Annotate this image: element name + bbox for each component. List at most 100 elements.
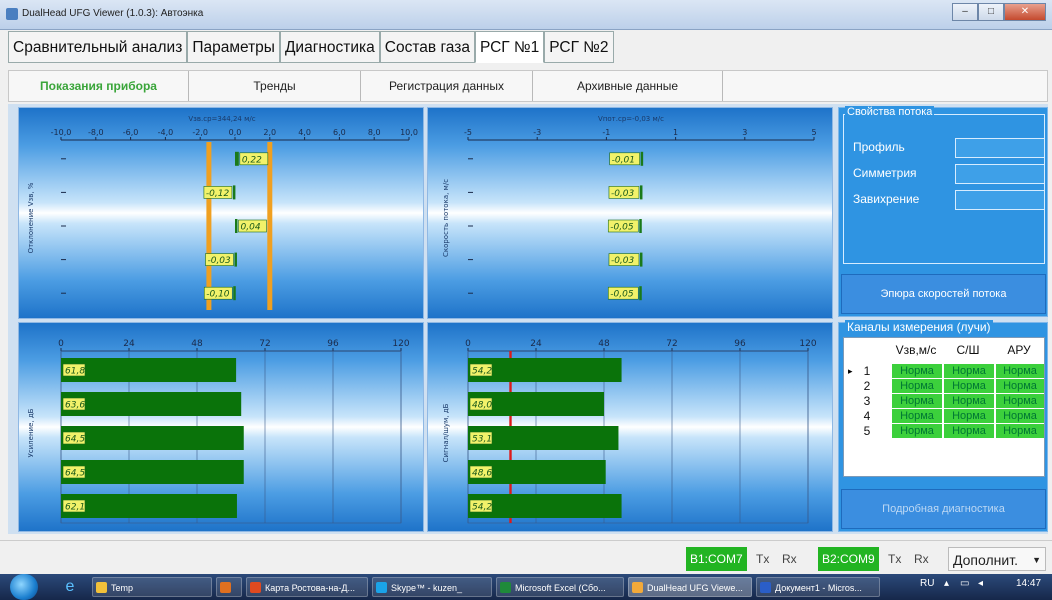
tab-gas-composition[interactable]: Состав газа bbox=[379, 31, 475, 63]
cell-vzv: Норма bbox=[892, 394, 942, 408]
status-bar: B1:COM7 Tx Rx B2:COM9 Tx Rx Дополнит. ▼ bbox=[0, 540, 1052, 574]
tx1-indicator: Tx bbox=[756, 552, 770, 566]
table-row[interactable]: 4 Норма Норма Норма bbox=[844, 409, 1044, 423]
data-label: -0,03 bbox=[611, 256, 635, 266]
cell-vzv: Норма bbox=[892, 379, 942, 393]
table-row[interactable]: 3 Норма Норма Норма bbox=[844, 394, 1044, 408]
x-tick-label: 24 bbox=[530, 339, 542, 349]
data-label: 64,5 bbox=[65, 435, 85, 445]
chart-flow-velocity: Vпот.ср=-0,03 м/с Скорость потока, м/с -… bbox=[427, 107, 833, 319]
x-tick-label: 120 bbox=[799, 339, 816, 349]
main-tabs: Сравнительный анализ Параметры Диагности… bbox=[8, 31, 614, 63]
table-row[interactable]: 5 Норма Норма Норма bbox=[844, 424, 1044, 438]
bar bbox=[639, 286, 642, 301]
skype-icon bbox=[376, 582, 387, 593]
tab-rsg-2[interactable]: РСГ №2 bbox=[544, 31, 614, 63]
com2-status[interactable]: B2:COM9 bbox=[818, 547, 879, 571]
flow-properties-legend: Свойства потока bbox=[845, 106, 935, 118]
flow-properties-frame bbox=[843, 114, 1045, 264]
taskbar-item-ufg-viewer[interactable]: DualHead UFG Viewe... bbox=[628, 577, 752, 597]
tab-diagnostics[interactable]: Диагностика bbox=[279, 31, 380, 63]
column-header: АРУ bbox=[1007, 343, 1031, 357]
x-tick-label: 0 bbox=[465, 339, 471, 349]
limit-line bbox=[267, 142, 273, 310]
tab-parameters[interactable]: Параметры bbox=[187, 31, 280, 63]
table-row[interactable]: ▸ 1 Норма Норма Норма bbox=[844, 364, 1044, 378]
column-header: С/Ш bbox=[956, 343, 980, 357]
x-tick-label: 2,0 bbox=[263, 128, 276, 137]
start-button[interactable] bbox=[10, 574, 38, 600]
row-index: 2 bbox=[863, 379, 871, 393]
swirl-value bbox=[955, 190, 1045, 210]
chevron-down-icon: ▼ bbox=[1032, 555, 1041, 565]
com1-status[interactable]: B1:COM7 bbox=[686, 547, 747, 571]
x-tick-label: 24 bbox=[123, 339, 135, 349]
network-icon[interactable]: ▭ bbox=[960, 578, 969, 589]
bar bbox=[61, 358, 237, 382]
data-label: -0,05 bbox=[610, 290, 634, 300]
browser-icon bbox=[250, 582, 261, 593]
chart-ylabel: Отклонение Vзв, % bbox=[27, 182, 35, 253]
velocity-profile-button[interactable]: Эпюра скоростей потока bbox=[841, 274, 1046, 314]
chart-ylabel: Сигнал/шум, дБ bbox=[442, 403, 450, 462]
data-label: 63,6 bbox=[65, 401, 85, 411]
x-tick-label: -3 bbox=[533, 128, 541, 137]
data-label: 0,04 bbox=[241, 223, 261, 233]
row-index: 4 bbox=[863, 409, 871, 423]
chart-gain-svg: Усиление, дБ 0 24 48 72 96 120 61,8 63,6 64,5 64,… bbox=[27, 339, 410, 524]
tab-comparative-analysis[interactable]: Сравнительный анализ bbox=[8, 31, 188, 63]
x-tick-label: -10,0 bbox=[51, 128, 72, 137]
ie-icon[interactable]: e bbox=[60, 577, 80, 597]
data-label: 64,5 bbox=[65, 469, 85, 479]
x-tick-label: 72 bbox=[666, 339, 677, 349]
subtab-data-logging[interactable]: Регистрация данных bbox=[361, 71, 533, 101]
app-icon bbox=[632, 582, 643, 593]
taskbar-item-skype[interactable]: Skype™ - kuzen_ bbox=[372, 577, 492, 597]
volume-icon[interactable]: ◂ bbox=[978, 578, 983, 589]
clock[interactable]: 14:47 bbox=[1016, 578, 1041, 589]
row-index: 1 bbox=[863, 364, 871, 378]
bar bbox=[232, 185, 236, 200]
data-label: -0,03 bbox=[611, 189, 635, 199]
tray-arrow-icon[interactable]: ▴ bbox=[944, 578, 949, 589]
language-indicator[interactable]: RU bbox=[920, 578, 934, 589]
channels-legend: Каналы измерения (лучи) bbox=[845, 320, 993, 334]
taskbar-item-excel[interactable]: Microsoft Excel (Сбо... bbox=[496, 577, 624, 597]
more-dropdown[interactable]: Дополнит. ▼ bbox=[948, 547, 1046, 571]
flow-properties-panel: Свойства потока Профиль Симметрия Завихр… bbox=[838, 106, 1048, 317]
symmetry-value bbox=[955, 164, 1045, 184]
data-label: 61,8 bbox=[65, 367, 85, 377]
x-tick-label: 48 bbox=[598, 339, 610, 349]
table-row[interactable]: 2 Норма Норма Норма bbox=[844, 379, 1044, 393]
taskbar-item-app[interactable] bbox=[216, 577, 242, 597]
taskbar-item-word[interactable]: Документ1 - Micros... bbox=[756, 577, 880, 597]
data-label: 54,2 bbox=[472, 503, 492, 513]
minimize-button[interactable]: – bbox=[952, 3, 978, 21]
bar bbox=[61, 460, 244, 484]
taskbar-item-browser[interactable]: Карта Ростова-на-Д... bbox=[246, 577, 368, 597]
bar bbox=[640, 151, 644, 166]
window-title: DualHead UFG Viewer (1.0.3): Автоэнка bbox=[22, 8, 204, 19]
x-tick-label: -2,0 bbox=[192, 128, 208, 137]
x-tick-label: 0 bbox=[58, 339, 64, 349]
folder-icon bbox=[96, 582, 107, 593]
data-label: -0,10 bbox=[206, 290, 230, 300]
chart-gain: Усиление, дБ 0 24 48 72 96 120 61,8 63,6 64,5 64,… bbox=[18, 322, 424, 532]
tab-rsg-1[interactable]: РСГ №1 bbox=[474, 31, 545, 63]
detailed-diagnostics-button[interactable]: Подробная диагностика bbox=[841, 489, 1046, 529]
chart-flow-velocity-svg: Vпот.ср=-0,03 м/с Скорость потока, м/с -… bbox=[442, 115, 817, 301]
window-controls: – □ ✕ bbox=[952, 3, 1046, 21]
x-tick-label: -5 bbox=[464, 128, 472, 137]
subtab-archive[interactable]: Архивные данные bbox=[533, 71, 723, 101]
close-button[interactable]: ✕ bbox=[1004, 3, 1046, 21]
limit-line bbox=[206, 142, 212, 310]
tx2-indicator: Tx bbox=[888, 552, 902, 566]
subtab-trends[interactable]: Тренды bbox=[189, 71, 361, 101]
subtab-device-readings[interactable]: Показания прибора bbox=[9, 71, 189, 101]
symmetry-label: Симметрия bbox=[853, 166, 917, 180]
chart-sound-speed-svg: Vзв.ср=344,24 м/с Отклонение Vзв, % -10,… bbox=[27, 115, 418, 310]
maximize-button[interactable]: □ bbox=[978, 3, 1004, 21]
cell-agc: Норма bbox=[996, 409, 1044, 423]
taskbar-item-temp[interactable]: Temp bbox=[92, 577, 212, 597]
bar bbox=[235, 219, 238, 233]
